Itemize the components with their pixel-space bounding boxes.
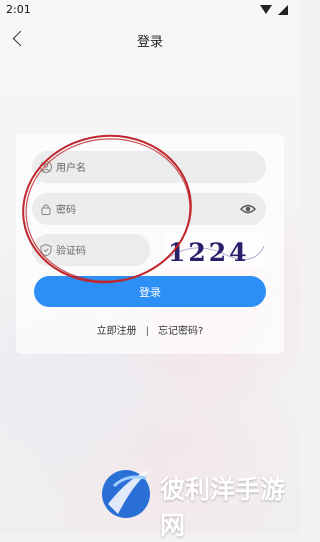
login-button[interactable]: 登录 [34, 276, 266, 307]
lock-icon [41, 204, 51, 215]
status-bar: 2:01 [0, 0, 300, 20]
link-separator: | [145, 326, 150, 337]
password-input[interactable]: 密码 [32, 193, 266, 225]
status-time: 2:01 [6, 3, 31, 16]
account-links: 立即注册 | 忘记密码? [0, 322, 300, 337]
top-navigation-bar: 登录 [0, 26, 300, 54]
user-icon [40, 161, 52, 173]
shield-icon [40, 243, 52, 257]
captcha-input[interactable]: 验证码 [32, 234, 150, 266]
page-title: 登录 [136, 35, 163, 50]
captcha-image[interactable]: 1224 [164, 232, 266, 268]
username-input[interactable]: 用户名 [32, 151, 266, 183]
captcha-placeholder: 验证码 [56, 246, 86, 257]
watermark-text: 彼利洋手游网 [160, 475, 286, 540]
username-placeholder: 用户名 [56, 163, 86, 174]
password-placeholder: 密码 [56, 205, 76, 216]
captcha-text: 1224 [168, 238, 250, 267]
eye-icon[interactable] [240, 203, 256, 215]
cellular-signal-icon [278, 5, 288, 15]
register-link[interactable]: 立即注册 [97, 326, 137, 337]
wifi-icon [260, 5, 272, 14]
forgot-password-link[interactable]: 忘记密码? [158, 326, 203, 337]
